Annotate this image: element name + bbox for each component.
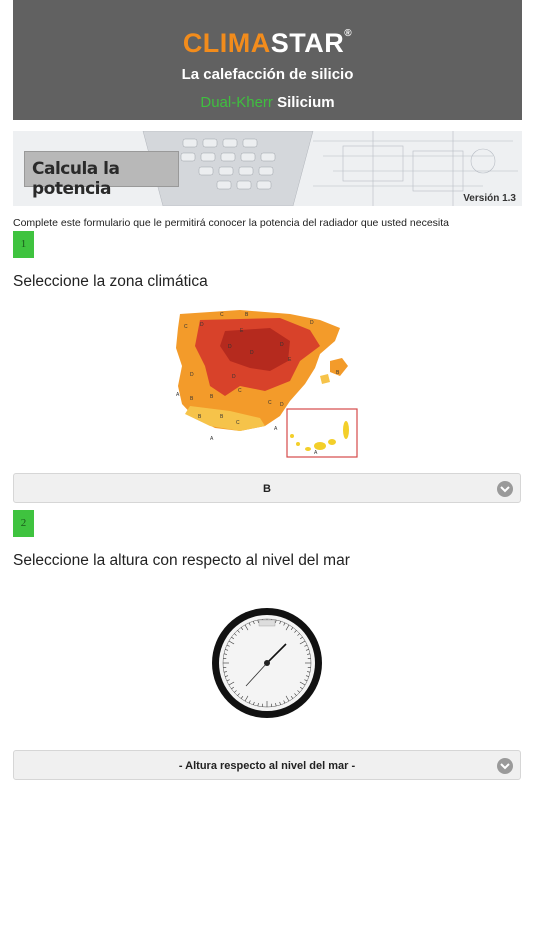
svg-text:D: D (232, 374, 236, 380)
svg-text:C: C (238, 388, 242, 394)
header-tagline: La calefacción de silicio (181, 66, 354, 83)
app-header: CLIMASTAR® La calefacción de silicio Dua… (13, 0, 522, 120)
intro-text: Complete este formulario que le permitir… (13, 217, 449, 229)
calculator-banner: Calcula la potencia Versión 1.3 (13, 131, 522, 206)
product-dual-kherr: Dual-Kherr (200, 94, 273, 111)
product-silicium: Silicium (277, 94, 335, 111)
svg-text:D: D (200, 322, 204, 328)
svg-text:A: A (210, 436, 214, 442)
chevron-down-icon (497, 758, 513, 774)
svg-text:D: D (250, 350, 254, 356)
spain-climate-map-icon: C DC BED DDD ED D AB B CC D B BC AAB A (176, 310, 358, 458)
altitude-select[interactable]: - Altura respecto al nivel del mar - (13, 750, 521, 780)
brand-part-clima: CLIMA (182, 28, 271, 58)
svg-text:D: D (228, 344, 232, 350)
step-2-badge: 2 (13, 510, 34, 537)
svg-text:D: D (280, 342, 284, 348)
svg-text:C: C (236, 420, 240, 426)
banner-title-box: Calcula la potencia (24, 151, 179, 199)
registered-mark: ® (344, 28, 353, 39)
svg-text:D: D (190, 372, 194, 378)
step-1-heading: Seleccione la zona climática (13, 273, 208, 290)
svg-text:A: A (314, 450, 318, 456)
svg-text:D: D (310, 320, 314, 326)
climate-zone-selected-value: B (263, 483, 271, 495)
svg-text:C: C (268, 400, 272, 406)
altitude-selected-value: - Altura respecto al nivel del mar - (178, 760, 356, 772)
svg-text:C: C (184, 324, 188, 330)
step-2-heading: Seleccione la altura con respecto al niv… (13, 552, 350, 569)
banner-title: Calcula la potencia (32, 159, 120, 199)
altimeter-gauge-icon (212, 608, 322, 718)
svg-text:A: A (274, 426, 278, 432)
brand-logo: CLIMASTAR® (13, 28, 522, 59)
svg-text:D: D (280, 402, 284, 408)
svg-text:A: A (176, 392, 180, 398)
svg-text:C: C (220, 312, 224, 318)
chevron-down-icon (497, 481, 513, 497)
brand-part-star: STAR (270, 28, 345, 58)
version-label: Versión 1.3 (463, 193, 516, 204)
climate-zone-select[interactable]: B (13, 473, 521, 503)
header-product-line: Dual-Kherr Silicium (13, 94, 522, 111)
step-1-badge: 1 (13, 231, 34, 258)
